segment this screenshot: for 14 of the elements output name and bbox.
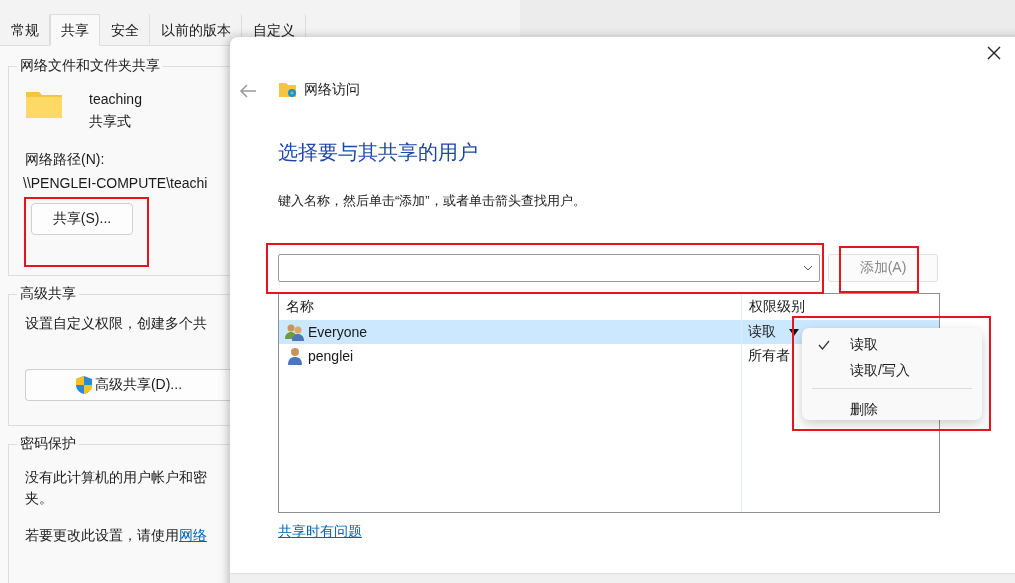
description-text: 设置自定义权限，创建多个共 (25, 315, 208, 333)
dialog-heading: 选择要与其共享的用户 (278, 140, 479, 165)
folder-name: teaching (89, 91, 142, 107)
network-path: \\PENGLEI-COMPUTE\teachi (23, 175, 209, 191)
path-label: 网络路径(N): (25, 151, 106, 169)
description-text: 夹。 (25, 490, 54, 508)
group-title: 高级共享 (17, 285, 79, 303)
note-text: 若要更改此设置，请使用 (25, 527, 179, 543)
dialog-title: 网络访问 (304, 81, 360, 99)
share-status: 共享式 (89, 113, 132, 131)
group-title: 密码保护 (17, 435, 79, 453)
group-title: 网络文件和文件夹共享 (17, 57, 163, 75)
instruction-text: 键入名称，然后单击“添加”，或者单击箭头查找用户。 (278, 192, 587, 210)
description-text: 没有此计算机的用户帐户和密 (25, 469, 208, 487)
